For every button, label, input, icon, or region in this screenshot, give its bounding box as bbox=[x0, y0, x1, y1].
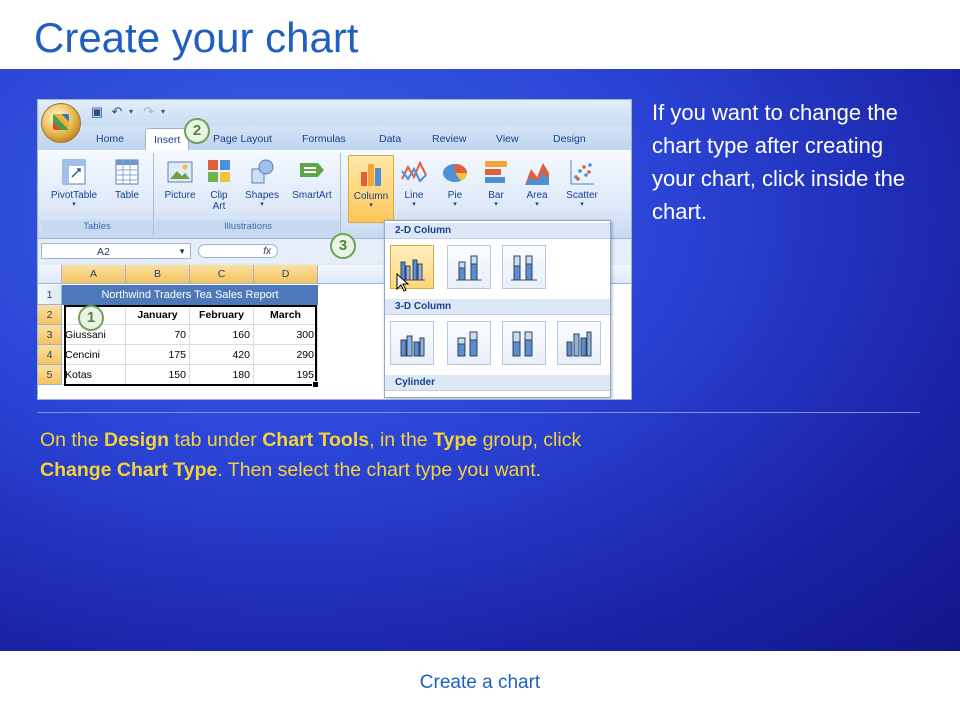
shapes-button[interactable]: Shapes ▾ bbox=[240, 157, 284, 209]
slide-footer: Create a chart bbox=[419, 672, 541, 693]
illustrations-group: Picture Clip Art Shapes ▾ SmartArt Illust… bbox=[156, 153, 341, 235]
100-stacked-column-option[interactable] bbox=[502, 245, 546, 289]
ribbon-tabs: Home Insert Page Layout Formulas Data Re… bbox=[38, 126, 631, 150]
table-button[interactable]: Table bbox=[109, 157, 145, 201]
picture-icon bbox=[167, 161, 193, 183]
bar-chart-icon bbox=[485, 161, 507, 183]
callout-step-1: 1 bbox=[78, 305, 104, 331]
area-chart-icon bbox=[525, 163, 549, 185]
column-header[interactable]: D bbox=[254, 265, 318, 284]
undo-dropdown-icon[interactable]: ▾ bbox=[124, 105, 138, 119]
3d-column-option[interactable] bbox=[557, 321, 601, 365]
scatter-chart-button[interactable]: Scatter ▾ bbox=[560, 157, 604, 209]
tables-group: PivotTable ▾ Table Tables bbox=[41, 153, 154, 235]
select-all-corner[interactable] bbox=[38, 265, 62, 284]
bottom-instruction: On the Design tab under Chart Tools, in … bbox=[40, 429, 582, 481]
redo-icon[interactable]: ↷ bbox=[142, 105, 156, 119]
pie-chart-icon bbox=[443, 164, 468, 182]
side-instruction: If you want to change the chart type aft… bbox=[652, 100, 906, 224]
tab-review[interactable]: Review bbox=[432, 133, 466, 145]
stacked-column-option[interactable] bbox=[447, 245, 491, 289]
stacked-column-icon bbox=[456, 255, 482, 281]
office-button[interactable] bbox=[41, 103, 81, 143]
quick-access-toolbar: ▣ ↶ ▾ ↷ ▾ bbox=[38, 100, 631, 126]
name-box[interactable]: A2 ▼ bbox=[41, 243, 191, 259]
line-chart-button[interactable]: Line ▾ bbox=[396, 157, 432, 209]
row-header[interactable]: 4 bbox=[38, 345, 62, 365]
slide-title: Create your chart bbox=[34, 14, 359, 61]
column-header[interactable]: A bbox=[62, 265, 126, 284]
tab-design[interactable]: Design bbox=[553, 133, 586, 145]
pivottable-icon bbox=[62, 159, 86, 185]
tab-insert[interactable]: Insert bbox=[145, 128, 190, 150]
shapes-icon bbox=[251, 159, 274, 184]
3d-clustered-column-option[interactable] bbox=[390, 321, 434, 365]
gallery-section-cylinder: Cylinder bbox=[385, 375, 610, 391]
3d-stacked-column-icon bbox=[457, 331, 478, 357]
column-header[interactable]: B bbox=[126, 265, 190, 284]
tab-formulas[interactable]: Formulas bbox=[302, 133, 346, 145]
3d-100-stacked-column-option[interactable] bbox=[502, 321, 546, 365]
clip-art-icon bbox=[208, 160, 230, 182]
emphasis-change-chart-type: Change Chart Type bbox=[40, 459, 218, 481]
picture-button[interactable]: Picture bbox=[160, 157, 200, 201]
office-logo-icon bbox=[53, 114, 69, 130]
row-header[interactable]: 5 bbox=[38, 365, 62, 385]
divider-line bbox=[37, 412, 920, 413]
bar-chart-button[interactable]: Bar ▾ bbox=[478, 157, 514, 209]
column-chart-icon bbox=[361, 164, 381, 186]
row-header[interactable]: 3 bbox=[38, 325, 62, 345]
fill-handle[interactable] bbox=[312, 381, 319, 388]
callout-step-3: 3 bbox=[330, 233, 356, 259]
tab-home[interactable]: Home bbox=[96, 133, 124, 145]
gallery-section-3d-column: 3-D Column bbox=[385, 299, 610, 315]
tab-data[interactable]: Data bbox=[379, 133, 401, 145]
gallery-section-2d-column: 2-D Column bbox=[385, 223, 610, 239]
clip-art-button[interactable]: Clip Art bbox=[204, 157, 234, 212]
smartart-button[interactable]: SmartArt bbox=[288, 157, 336, 201]
emphasis-design: Design bbox=[103, 429, 169, 451]
table-icon bbox=[115, 159, 139, 185]
3d-column-icon bbox=[566, 331, 592, 357]
3d-clustered-column-icon bbox=[400, 335, 425, 357]
3d-100-stacked-column-icon bbox=[512, 331, 533, 357]
column-chart-button[interactable]: Column ▾ bbox=[348, 155, 394, 223]
illustrations-group-label: Illustrations bbox=[156, 220, 340, 233]
3d-stacked-column-option[interactable] bbox=[447, 321, 491, 365]
function-button[interactable]: fx bbox=[198, 244, 278, 258]
row-header[interactable]: 2 bbox=[38, 305, 62, 325]
emphasis-type: Type bbox=[433, 429, 478, 451]
excel-screenshot: ▣ ↶ ▾ ↷ ▾ Home Insert Page Layout Formul… bbox=[37, 99, 632, 400]
tab-page-layout[interactable]: Page Layout bbox=[213, 133, 272, 145]
save-icon[interactable]: ▣ bbox=[90, 105, 104, 119]
column-header[interactable]: C bbox=[190, 265, 254, 284]
report-title-cell[interactable]: Northwind Traders Tea Sales Report bbox=[62, 285, 318, 305]
mouse-pointer-icon bbox=[396, 273, 410, 292]
line-chart-icon bbox=[401, 160, 427, 183]
pivottable-button[interactable]: PivotTable ▾ bbox=[47, 157, 101, 209]
chevron-down-icon: ▼ bbox=[178, 247, 186, 256]
callout-step-2: 2 bbox=[184, 118, 210, 144]
smartart-icon bbox=[300, 163, 324, 177]
area-chart-button[interactable]: Area ▾ bbox=[519, 157, 555, 209]
pie-chart-button[interactable]: Pie ▾ bbox=[437, 157, 473, 209]
tab-view[interactable]: View bbox=[496, 133, 519, 145]
undo-icon[interactable]: ↶ bbox=[110, 105, 124, 119]
customize-toolbar-icon[interactable]: ▾ bbox=[156, 105, 170, 119]
emphasis-chart-tools: Chart Tools bbox=[262, 429, 370, 451]
row-header[interactable]: 1 bbox=[38, 285, 62, 305]
tables-group-label: Tables bbox=[41, 220, 153, 233]
100-stacked-column-icon bbox=[511, 255, 537, 281]
column-chart-gallery: 2-D Column 3-D Column Cylinder bbox=[384, 220, 611, 398]
scatter-chart-icon bbox=[570, 160, 594, 185]
